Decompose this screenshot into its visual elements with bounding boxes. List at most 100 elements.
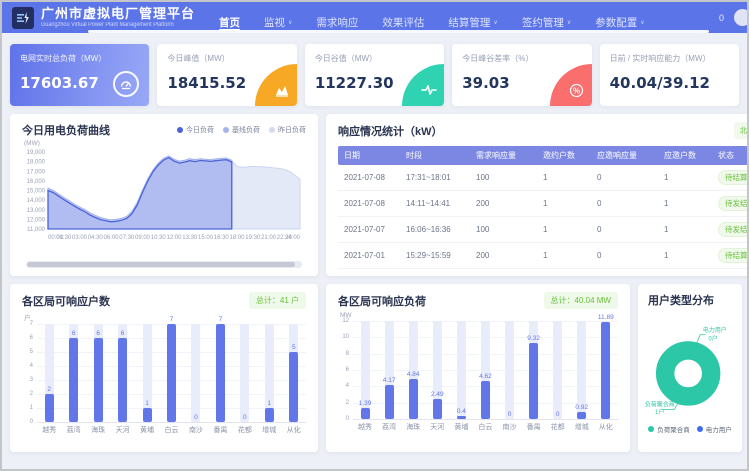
bar-fill [457, 416, 466, 419]
chevron-down-icon: ∨ [288, 19, 292, 26]
bar-category-label: 黄埔 [449, 422, 473, 432]
bar-value: 0.4 [446, 408, 476, 415]
nav-item-label: 需求响应 [316, 15, 358, 30]
aggregator-count: 1户 [655, 408, 664, 416]
cell-responded-amount: 0 [591, 217, 658, 243]
bar-value: 9.32 [519, 335, 549, 342]
cell-demand: 100 [470, 217, 537, 243]
bar-番禺: 7 [216, 324, 225, 422]
bar-越秀: 2 [45, 324, 54, 422]
scrollbar-thumb[interactable] [27, 262, 295, 267]
nav-item-label: 监视 [264, 15, 285, 30]
legend-item[interactable]: 昨日负荷 [269, 125, 306, 135]
cell-date: 2021-07-08 [338, 165, 400, 191]
svg-text:15,000: 15,000 [27, 189, 46, 195]
nav-item-settlement[interactable]: 结算管理∨ [448, 2, 497, 33]
user-type-title: 用户类型分布 [644, 292, 736, 308]
bar-value: 0 [543, 411, 573, 418]
cell-invited: 1 [537, 217, 591, 243]
kpi-card-response-capability: 日前 / 实时响应能力（MW）40.04/39.12 [600, 44, 739, 106]
nav-item-monitor[interactable]: 监视∨ [264, 2, 292, 33]
chevron-down-icon: ∨ [493, 19, 497, 26]
bar-category-label: 天河 [425, 422, 449, 432]
nav-item-contract[interactable]: 签约管理∨ [522, 2, 571, 33]
status-badge: 待结算 [718, 170, 749, 185]
kpi-card-today-peak: 今日峰值（MW）18415.52 [157, 44, 296, 106]
nav-item-effect-eval[interactable]: 效果评估 [382, 2, 424, 33]
table-row: 2021-07-0814:11~14:41200101待发结算单查看 [338, 191, 749, 217]
nav-item-demand-response[interactable]: 需求响应 [316, 2, 358, 33]
pulse-icon [402, 64, 444, 106]
beijing-time-badge: 北京时间: 2021-07-08 18:16 [734, 122, 749, 139]
svg-text:10:30: 10:30 [151, 235, 167, 241]
nav-item-home[interactable]: 首页 [219, 2, 240, 33]
bar-白云: 4.62 [481, 321, 490, 419]
status-badge: 待发结算单 [718, 196, 749, 211]
cell-period: 16:06~16:36 [400, 217, 470, 243]
legend-item[interactable]: 负荷聚合商 [648, 424, 690, 434]
cell-invited: 1 [537, 191, 591, 217]
legend-dot-icon [223, 127, 229, 133]
bar-category-label: 白云 [473, 422, 497, 432]
legend-label: 负荷聚合商 [657, 424, 690, 434]
bar-category-label: 南沙 [498, 422, 522, 432]
bar-category-label: 番禺 [522, 422, 546, 432]
bar-海珠: 4.84 [409, 321, 418, 419]
cell-invited: 1 [537, 165, 591, 191]
load-total-badge: 总计：40.04 MW [544, 292, 618, 309]
load-curve-legend: 今日负荷基线负荷昨日负荷 [177, 125, 306, 135]
aggregator-label: 负荷聚合商 [645, 401, 675, 409]
cell-responded-users: 1 [658, 243, 712, 269]
chevron-down-icon: ∨ [640, 19, 644, 26]
legend-item[interactable]: 基线负荷 [223, 125, 260, 135]
response-table: 日期时段需求响应量邀约户数应邀响应量应邀户数状态操作 2021-07-0817:… [338, 146, 749, 269]
bar-value: 7 [205, 316, 235, 323]
bar-value: 11.89 [591, 314, 621, 321]
bar-fill [601, 322, 610, 419]
load-curve-unit: (MW) [24, 140, 306, 147]
bar-fill [143, 408, 152, 422]
svg-text:07:30: 07:30 [119, 235, 135, 241]
app-logo [12, 7, 34, 29]
bottom-row: 各区局可响应户数 总计：41 户 户 0123456726661707015越秀… [10, 284, 739, 452]
cell-date: 2021-07-08 [338, 191, 400, 217]
bar-category-label: 花都 [546, 422, 570, 432]
bar-南沙: 0 [505, 321, 514, 419]
nav-item-label: 参数配置 [595, 15, 637, 30]
nav-item-params[interactable]: 参数配置∨ [595, 2, 644, 33]
chart-scrollbar[interactable] [26, 261, 302, 268]
nav-right: 0 [719, 9, 737, 26]
bar-value: 4.62 [470, 373, 500, 380]
bar-从化: 5 [289, 324, 298, 422]
bar-category-label: 从化 [594, 422, 618, 432]
column-header: 邀约户数 [537, 146, 591, 165]
bar-category-label: 花都 [233, 425, 257, 435]
legend-dot-icon [269, 127, 275, 133]
legend-dot-icon [177, 127, 183, 133]
avatar[interactable] [734, 9, 749, 26]
bar-category-label: 海珠 [86, 425, 110, 435]
cell-period: 15:29~15:59 [400, 243, 470, 269]
svg-text:12:00: 12:00 [166, 235, 182, 241]
notification-badge[interactable]: 0 [719, 13, 724, 23]
bar-番禺: 9.32 [529, 321, 538, 419]
power-user-count: 0户 [708, 334, 717, 342]
column-header: 日期 [338, 146, 400, 165]
bar-value: 6 [108, 330, 138, 337]
bar-category-label: 荔湾 [62, 425, 86, 435]
bar-增城: 1 [265, 324, 274, 422]
load-curve-title: 今日用电负荷曲线 [22, 122, 110, 138]
kpi-value: 40.04/39.12 [610, 74, 729, 92]
svg-text:09:00: 09:00 [135, 235, 151, 241]
bar-fill [167, 324, 176, 422]
legend-item[interactable]: 电力用户 [697, 424, 732, 434]
user-type-panel: 用户类型分布 电力用户 0户 负荷聚合商 1户 负荷聚合商电力用户 [638, 284, 742, 452]
bar-fill [94, 338, 103, 422]
legend-item[interactable]: 今日负荷 [177, 125, 214, 135]
district-households-title: 各区局可响应户数 [22, 293, 110, 309]
nav-menu: 首页监视∨需求响应效果评估结算管理∨签约管理∨参数配置∨ [219, 2, 645, 33]
bar-fill [45, 394, 54, 422]
svg-text:03:00: 03:00 [72, 235, 88, 241]
column-header: 应邀响应量 [591, 146, 658, 165]
svg-text:19:30: 19:30 [245, 235, 261, 241]
